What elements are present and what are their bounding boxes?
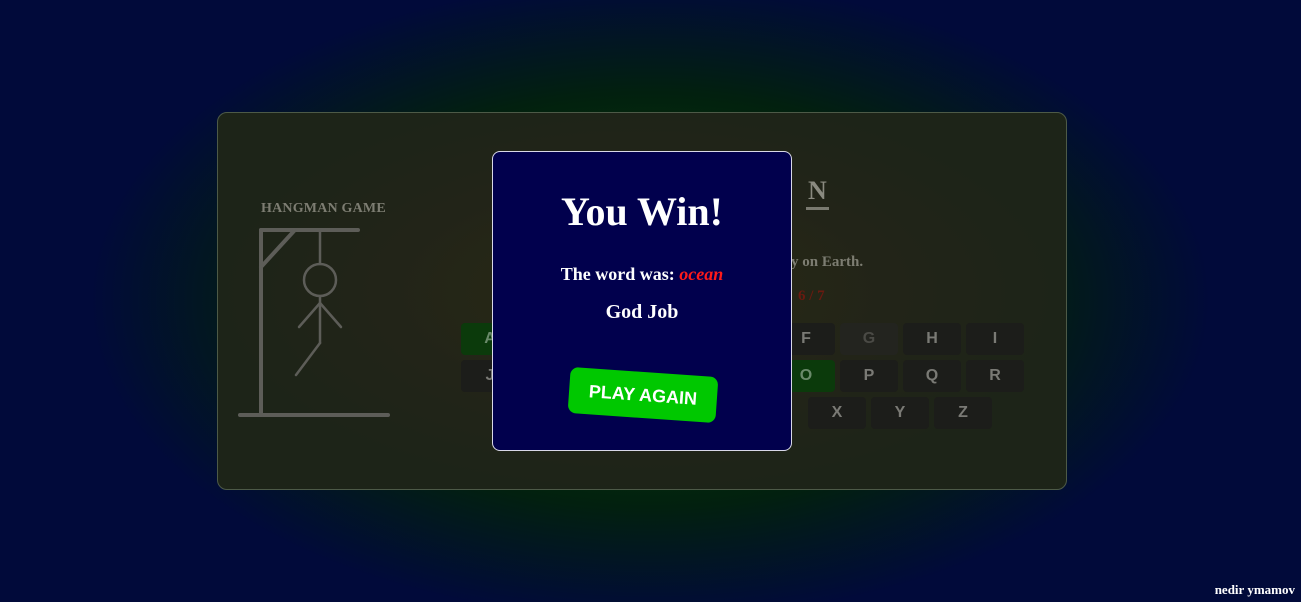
key-g[interactable]: G: [840, 323, 898, 355]
modal-message: God Job: [605, 301, 679, 323]
play-again-button[interactable]: PLAY AGAIN: [567, 366, 719, 424]
key-x[interactable]: X: [808, 397, 866, 429]
author-credit: nedir ymamov: [1214, 582, 1295, 597]
hint-text: y on Earth.: [791, 254, 864, 270]
hangman-drawing: [238, 228, 390, 417]
hangman-left-leg: [294, 341, 322, 377]
gallows-brace: [259, 229, 296, 269]
key-r[interactable]: R: [966, 360, 1024, 392]
key-i[interactable]: I: [966, 323, 1024, 355]
key-z[interactable]: Z: [934, 397, 992, 429]
hangman-right-arm: [318, 301, 343, 329]
answer-word: ocean: [679, 264, 724, 284]
word-reveal-line: The word was: ocean: [493, 264, 791, 285]
hangman-left-arm: [297, 301, 322, 329]
word-reveal-label: The word was:: [560, 264, 680, 284]
modal-title: You Win!: [561, 189, 723, 234]
wrong-guesses-counter: 6 / 7: [798, 288, 825, 304]
key-q[interactable]: Q: [903, 360, 961, 392]
key-h[interactable]: H: [903, 323, 961, 355]
key-y[interactable]: Y: [871, 397, 929, 429]
game-title: HANGMAN GAME: [261, 201, 386, 216]
win-modal: You Win! The word was: ocean God Job PLA…: [492, 151, 792, 451]
key-p[interactable]: P: [840, 360, 898, 392]
hangman-head: [302, 262, 338, 298]
word-letter-slot: N: [806, 175, 829, 210]
